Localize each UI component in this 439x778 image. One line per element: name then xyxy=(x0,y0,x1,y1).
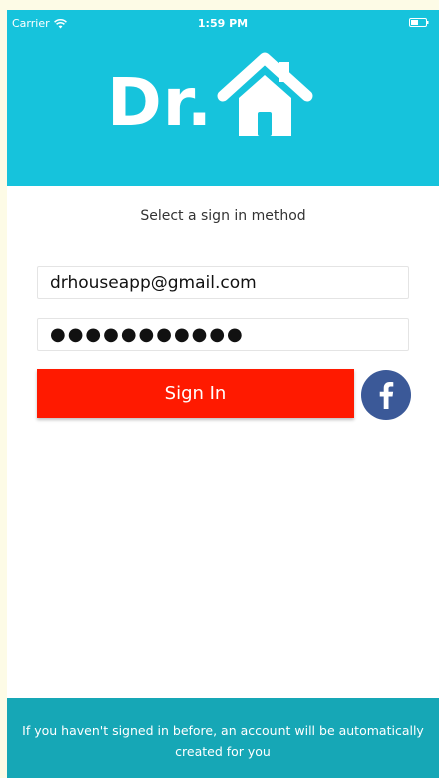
email-field[interactable] xyxy=(37,266,409,299)
app-logo: Dr. xyxy=(107,52,313,136)
sign-in-method-subtitle: Select a sign in method xyxy=(140,208,306,224)
password-field[interactable] xyxy=(37,318,409,351)
footer-notice: If you haven't signed in before, an acco… xyxy=(22,723,424,759)
footer-banner: If you haven't signed in before, an acco… xyxy=(7,698,439,778)
facebook-login-button[interactable] xyxy=(361,370,411,420)
status-time: 1:59 PM xyxy=(197,17,249,30)
logo-text: Dr. xyxy=(107,64,213,141)
status-bar: Carrier 1:59 PM xyxy=(7,10,439,34)
battery-icon xyxy=(409,18,429,27)
app-screen: Carrier 1:59 PM Dr. Select a sign in met… xyxy=(7,10,439,778)
house-icon xyxy=(217,52,313,136)
facebook-icon xyxy=(379,382,394,409)
sign-in-button[interactable]: Sign In xyxy=(37,369,354,418)
header: Carrier 1:59 PM Dr. xyxy=(7,10,439,186)
